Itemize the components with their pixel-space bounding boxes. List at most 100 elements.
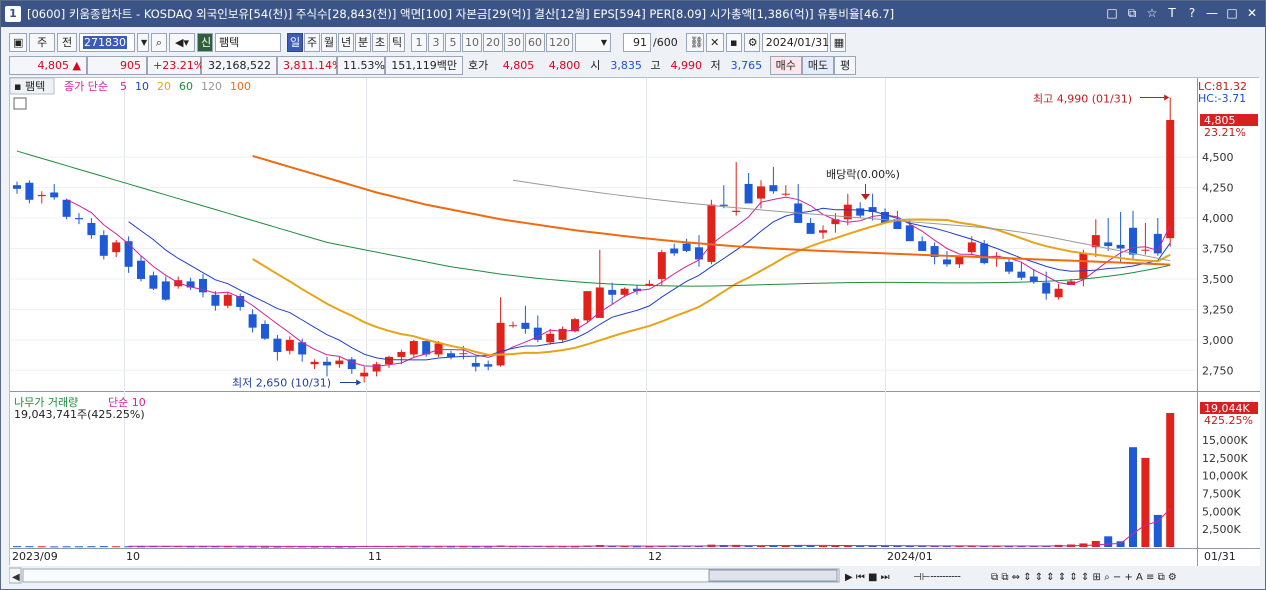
x-axis-label-2: 11 <box>368 550 382 563</box>
period-button-3[interactable]: 년 <box>338 32 354 52</box>
pyeong-button[interactable]: 평 <box>834 55 857 75</box>
candle-body-51 <box>645 283 654 286</box>
period-button-2[interactable]: 월 <box>321 32 337 52</box>
candle-body-93 <box>1166 120 1175 239</box>
candle-body-57 <box>719 204 728 206</box>
price-tick-label-6: 3,000 <box>1202 334 1234 347</box>
candle-body-43 <box>546 333 555 343</box>
hc-label: HC:-3.71 <box>1198 92 1246 105</box>
volume-bar-65 <box>819 545 827 547</box>
candle-body-34 <box>434 343 443 355</box>
window-title: [0600] 키움종합차트 - KOSDAQ 외국인보유[54(천)] 주식수[… <box>27 7 895 21</box>
candlestick-chart[interactable]: 4,500 4,250 4,000 3,750 3,500 3,250 3,000 2,750… <box>9 77 1260 566</box>
save-icon[interactable]: ▪ <box>725 32 742 52</box>
interval-button-5[interactable]: 30 <box>504 32 524 52</box>
candle-body-58 <box>732 210 741 212</box>
candle-body-76 <box>955 257 964 265</box>
current-price: 4,805 ▲ <box>9 55 87 75</box>
chart-area[interactable]: 4,500 4,250 4,000 3,750 3,500 3,250 3,000 2,750… <box>9 77 1260 566</box>
high-annotation: 최고 4,990 (01/31) <box>1033 92 1132 105</box>
window-controls: □ ⧉ ☆ T? — □ ✕ <box>1105 5 1259 21</box>
candle-body-6 <box>87 222 96 236</box>
settings-gear-icon[interactable]: ⚙ <box>743 32 760 52</box>
window-control-2[interactable]: ☆ <box>1145 5 1159 21</box>
window-number-badge: 1 <box>5 6 21 22</box>
prev-button[interactable]: 전 <box>57 32 77 52</box>
chart-background <box>10 78 1260 566</box>
candle-body-35 <box>447 353 455 357</box>
window-control-4[interactable]: ? <box>1185 5 1199 21</box>
low-price: 3,765 <box>730 58 763 72</box>
candle-body-89 <box>1116 244 1125 249</box>
chart-scrollbar[interactable]: ◀ ▶ ⏮ ■ ⏭ ⊣⊢╌╌╌╌╌ ⧉ ⧉ ⇔ ⇕ ⇕ ⇕ ⇕ ⇕ ⇕ ⊞ ⌕ … <box>8 567 1259 585</box>
candle-body-24 <box>310 361 319 365</box>
candle-body-78 <box>980 243 989 264</box>
candle-body-12 <box>161 281 170 300</box>
candle-body-91 <box>1141 249 1150 251</box>
volume-bar-2 <box>37 546 46 548</box>
interval-button-7[interactable]: 120 <box>546 32 573 52</box>
search-icon[interactable]: ⌕ <box>151 32 167 52</box>
period-button-0[interactable]: 일 <box>287 32 303 52</box>
table-icon <box>13 97 27 110</box>
calendar-icon[interactable]: ▦ <box>829 32 846 52</box>
candle-body-60 <box>757 186 765 199</box>
candle-body-77 <box>967 242 976 253</box>
crosshair-icon[interactable]: ✕ <box>705 32 724 52</box>
interval-button-0[interactable]: 1 <box>411 32 427 52</box>
candle-body-59 <box>744 183 753 204</box>
interval-buttons: 1 3 5 10 20 30 60 120 <box>411 32 573 52</box>
price-change: 905 <box>87 55 147 75</box>
candle-body-48 <box>608 289 617 295</box>
volume-bar-66 <box>831 545 840 547</box>
volume-tick-label-2: 10,000K <box>1202 470 1248 483</box>
period-select[interactable]: 주 <box>29 32 55 52</box>
window-control-6[interactable]: □ <box>1225 5 1239 21</box>
sell-button[interactable]: 매도 <box>801 55 835 75</box>
code-dropdown-icon[interactable]: ▼ <box>137 32 149 52</box>
candle-body-25 <box>323 361 331 366</box>
volume-bar-8 <box>112 546 121 548</box>
candle-body-22 <box>285 339 294 351</box>
candle-body-49 <box>620 288 629 295</box>
candle-body-56 <box>707 204 716 262</box>
chart-window: 1 [0600] 키움종합차트 - KOSDAQ 외국인보유[54(천)] 주식… <box>0 0 1266 590</box>
window-control-3[interactable]: T <box>1165 5 1179 21</box>
window-control-1[interactable]: ⧉ <box>1125 5 1139 21</box>
price-tick-label-7: 2,750 <box>1202 364 1234 377</box>
candle-body-52 <box>657 252 666 279</box>
interval-button-2[interactable]: 5 <box>445 32 461 52</box>
buy-button[interactable]: 매수 <box>769 55 802 75</box>
stock-code-input[interactable]: 271830 <box>79 32 135 52</box>
candle-body-55 <box>695 247 703 260</box>
candle-body-64 <box>806 222 815 234</box>
volume-bar-1 <box>25 546 34 548</box>
sound-icon[interactable]: ◀▾ <box>169 32 195 52</box>
period-button-4[interactable]: 분 <box>355 32 371 52</box>
price-tick-label-3: 3,750 <box>1202 243 1234 256</box>
title-bar: 1 [0600] 키움종합차트 - KOSDAQ 외국인보유[54(천)] 주식… <box>1 1 1265 27</box>
interval-button-4[interactable]: 20 <box>483 32 503 52</box>
candle-body-8 <box>112 242 121 253</box>
candle-body-29 <box>372 364 381 372</box>
interval-dropdown[interactable]: ▼ <box>575 32 611 52</box>
period-button-5[interactable]: 초 <box>372 32 388 52</box>
candle-body-61 <box>769 185 778 192</box>
interval-button-3[interactable]: 10 <box>462 32 482 52</box>
stock-name-field[interactable]: 팸텍 <box>215 32 281 52</box>
candle-body-1 <box>25 182 34 200</box>
period-button-6[interactable]: 틱 <box>389 32 405 52</box>
count-input[interactable]: 91 <box>623 32 651 52</box>
window-control-0[interactable]: □ <box>1105 5 1119 21</box>
legend-ma-100: 100 <box>230 80 251 93</box>
date-input[interactable]: 2024/01/31 <box>761 32 829 52</box>
interval-button-1[interactable]: 3 <box>428 32 444 52</box>
period-button-1[interactable]: 주 <box>304 32 320 52</box>
volume-bar-88 <box>1104 536 1113 547</box>
window-control-7[interactable]: ✕ <box>1245 5 1259 21</box>
window-control-5[interactable]: — <box>1205 5 1219 21</box>
layout-icon[interactable]: ▣ <box>9 32 27 52</box>
candle-body-46 <box>583 291 592 321</box>
link-icon[interactable]: ⛓ <box>685 32 704 52</box>
interval-button-6[interactable]: 60 <box>525 32 545 52</box>
